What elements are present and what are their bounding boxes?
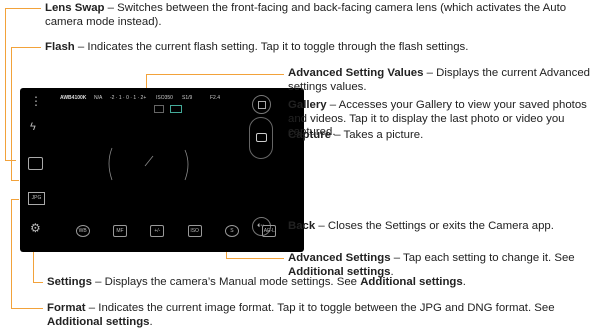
gallery-button[interactable] [252,95,271,114]
shutter-icon[interactable]: S [224,225,239,237]
caption-advanced-values: Advanced Setting Values – Displays the c… [288,67,590,93]
ae-lock-icon[interactable]: AE-L [262,225,277,237]
camera-icon [256,133,267,142]
caption-format: Format – Indicates the current image for… [47,302,555,328]
iso-icon[interactable]: ISO [187,225,202,237]
caption-advanced-settings: Advanced Settings – Tap each setting to … [288,252,575,278]
wb-icon[interactable]: WB [75,225,90,237]
camera-screen: AWB4100K N/A -2 · 1 · 0 · 1 · 2+ ISO350 … [20,88,304,252]
focus-icon[interactable]: MF [112,225,127,237]
exposure-icon[interactable]: +/- [150,225,165,237]
caption-back: Back – Closes the Settings or exits the … [288,220,554,232]
caption-lens-swap: Lens Swap – Switches between the front-f… [45,2,567,28]
caption-flash: Flash – Indicates the current flash sett… [45,41,469,53]
advanced-settings-bar: WB MF +/- ISO S AE-L [64,217,288,245]
caption-capture: Capture – Takes a picture. [288,129,424,141]
capture-button[interactable] [249,117,273,159]
caption-settings: Settings – Displays the camera’s Manual … [47,276,466,288]
